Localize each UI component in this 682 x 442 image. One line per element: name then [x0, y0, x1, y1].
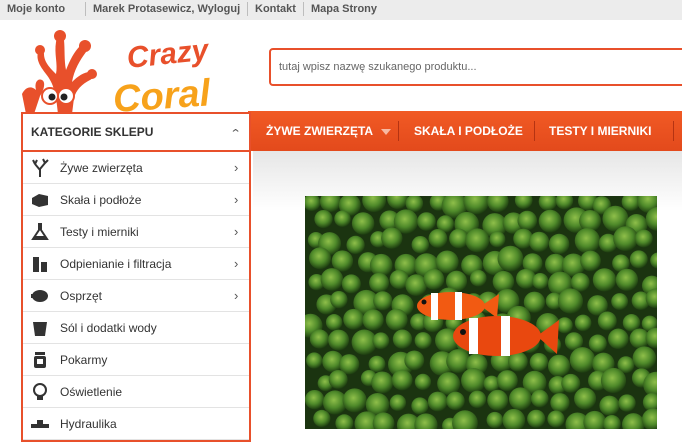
chevron-down-icon: [381, 128, 392, 135]
rock-icon: [29, 190, 51, 210]
divider: [247, 2, 248, 16]
skimmer-icon: [29, 254, 51, 274]
logo[interactable]: Crazy Coral: [10, 24, 260, 121]
category-title: KATEGORIE SKLEPU: [31, 125, 154, 139]
nav-item-tests-meters[interactable]: TESTY I MIERNIKI: [549, 111, 651, 151]
chevron-right-icon: ›: [234, 192, 239, 207]
chevron-right-icon: ›: [234, 160, 239, 175]
category-item-live-animals[interactable]: Żywe zwierzęta ›: [23, 152, 249, 184]
divider: [85, 2, 86, 16]
category-item-salt-additives[interactable]: Sól i dodatki wody: [23, 312, 249, 344]
banner-image[interactable]: [305, 196, 657, 429]
category-panel: KATEGORIE SKLEPU ⌃ Żywe zwierzęta › Skał…: [21, 112, 251, 442]
top-bar: Moje konto Marek Protasewicz, Wyloguj Ko…: [0, 0, 682, 20]
my-account-link[interactable]: Moje konto: [7, 3, 65, 15]
food-jar-icon: [29, 350, 51, 370]
category-label: Odpienianie i filtracja: [60, 257, 172, 271]
search-input[interactable]: [279, 58, 669, 76]
category-item-food[interactable]: Pokarmy: [23, 344, 249, 376]
category-label: Pokarmy: [60, 353, 108, 367]
category-item-lighting[interactable]: Oświetlenie: [23, 376, 249, 408]
chevron-right-icon: ›: [234, 224, 239, 239]
main-nav: ŻYWE ZWIERZĘTA SKAŁA I PODŁOŻE TESTY I M…: [248, 111, 682, 151]
logo-text-coral: Coral: [112, 72, 213, 114]
divider: [398, 121, 399, 141]
divider: [534, 121, 535, 141]
nav-item-rock-substrate[interactable]: SKAŁA I PODŁOŻE: [414, 111, 523, 151]
category-item-equipment[interactable]: Osprzęt ›: [23, 280, 249, 312]
category-item-plumbing[interactable]: Hydraulika: [23, 408, 249, 440]
category-label: Testy i mierniki: [60, 225, 139, 239]
contact-link[interactable]: Kontakt: [255, 3, 296, 15]
coral-logo-icon: Crazy Coral: [22, 30, 213, 121]
nav-item-label: ŻYWE ZWIERZĘTA: [266, 124, 374, 138]
search-box: [269, 48, 682, 86]
category-label: Oświetlenie: [60, 385, 123, 399]
logo-text-crazy: Crazy: [125, 33, 211, 74]
category-item-rock-substrate[interactable]: Skała i podłoże ›: [23, 184, 249, 216]
category-item-skimming-filtration[interactable]: Odpienianie i filtracja ›: [23, 248, 249, 280]
category-label: Skała i podłoże: [60, 193, 142, 207]
coral-icon: [29, 158, 51, 178]
category-label: Żywe zwierzęta: [60, 161, 143, 175]
light-bulb-icon: [29, 382, 51, 402]
chevron-right-icon: ›: [234, 256, 239, 271]
clownfish-image: [305, 196, 657, 429]
pipe-icon: [29, 414, 51, 434]
salt-bucket-icon: [29, 318, 51, 338]
flask-icon: [29, 222, 51, 242]
chevron-right-icon: ›: [234, 288, 239, 303]
divider: [303, 2, 304, 16]
nav-item-live-animals[interactable]: ŻYWE ZWIERZĘTA: [266, 111, 392, 151]
chevron-up-icon[interactable]: ⌃: [230, 127, 242, 140]
category-label: Sól i dodatki wody: [60, 321, 157, 335]
pump-icon: [29, 286, 51, 306]
category-header[interactable]: KATEGORIE SKLEPU ⌃: [23, 114, 249, 152]
category-list: Żywe zwierzęta › Skała i podłoże › Testy…: [23, 152, 249, 440]
user-logout-link[interactable]: Marek Protasewicz, Wyloguj: [93, 3, 240, 15]
category-label: Osprzęt: [60, 289, 103, 303]
divider: [673, 121, 674, 141]
category-item-tests-meters[interactable]: Testy i mierniki ›: [23, 216, 249, 248]
sitemap-link[interactable]: Mapa Strony: [311, 3, 377, 15]
